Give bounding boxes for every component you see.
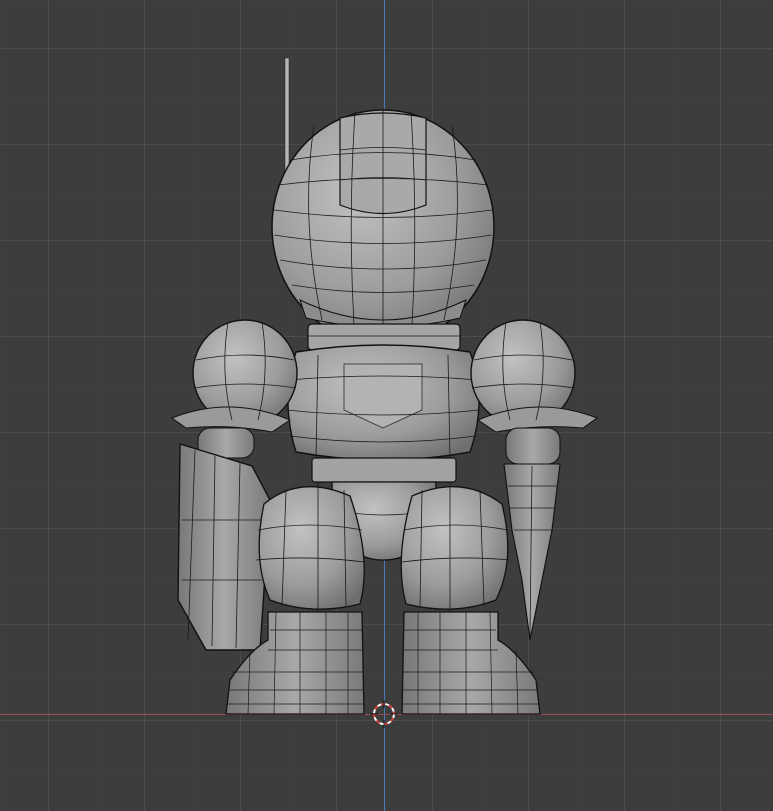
3d-cursor-icon[interactable]	[370, 700, 398, 728]
left-leg	[255, 482, 365, 612]
robot-mesh[interactable]	[0, 0, 773, 811]
right-arm	[503, 427, 561, 641]
head	[271, 109, 495, 345]
right-foot	[401, 611, 541, 715]
right-shoulder	[470, 319, 599, 433]
shield	[177, 443, 271, 651]
left-shoulder	[170, 319, 298, 433]
waist-band	[311, 457, 457, 483]
right-leg	[400, 482, 511, 612]
3d-viewport[interactable]	[0, 0, 773, 811]
torso	[285, 344, 481, 461]
